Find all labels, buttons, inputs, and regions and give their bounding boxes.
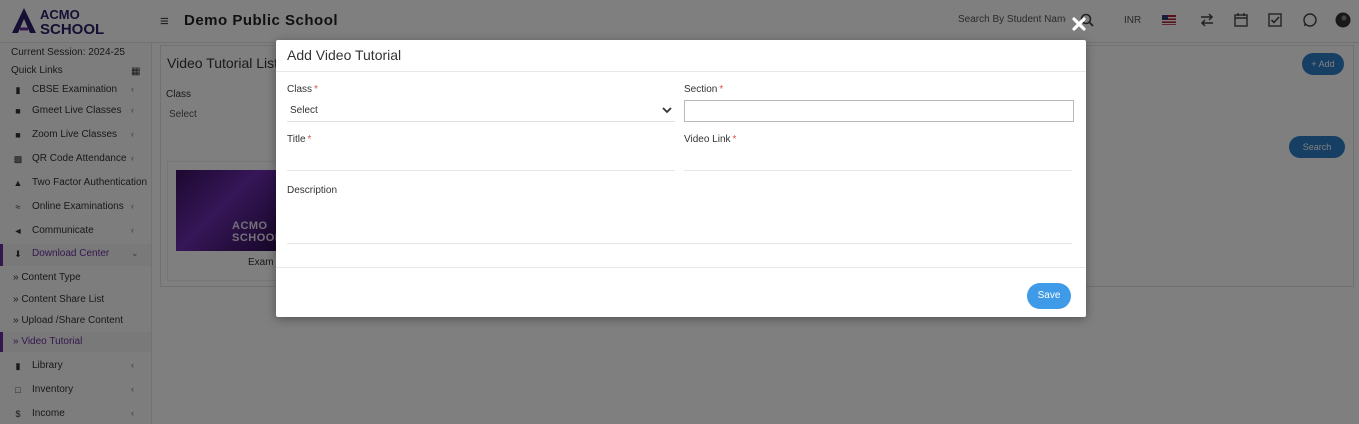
modal-footer-divider [276,267,1086,268]
class-field-label: Class * [287,84,318,95]
modal-title: Add Video Tutorial [287,47,402,63]
required-mark: * [314,84,318,95]
title-label-text: Title [287,134,306,145]
video-link-field-label: Video Link * [684,134,736,145]
required-mark: * [307,134,312,145]
title-field-label: Title * [287,134,311,145]
video-link-label-text: Video Link [684,134,731,145]
description-field-label: Description [287,185,338,196]
close-icon[interactable] [1071,16,1087,32]
modal-header: Add Video Tutorial [276,40,1086,72]
title-input[interactable] [287,170,675,171]
chevron-down-icon [662,107,672,114]
save-button[interactable]: Save [1027,283,1071,309]
class-select[interactable]: Select [287,100,675,122]
required-mark: * [732,134,737,145]
class-select-value: Select [290,105,318,116]
section-select[interactable] [684,100,1074,122]
section-label-text: Section [684,84,718,95]
video-link-input[interactable] [684,170,1072,171]
section-field-label: Section * [684,84,723,95]
required-mark: * [719,84,724,95]
add-video-tutorial-modal: Add Video Tutorial Class * Select Section… [276,40,1086,317]
class-label-text: Class [287,84,313,95]
description-textarea[interactable] [287,243,1072,244]
